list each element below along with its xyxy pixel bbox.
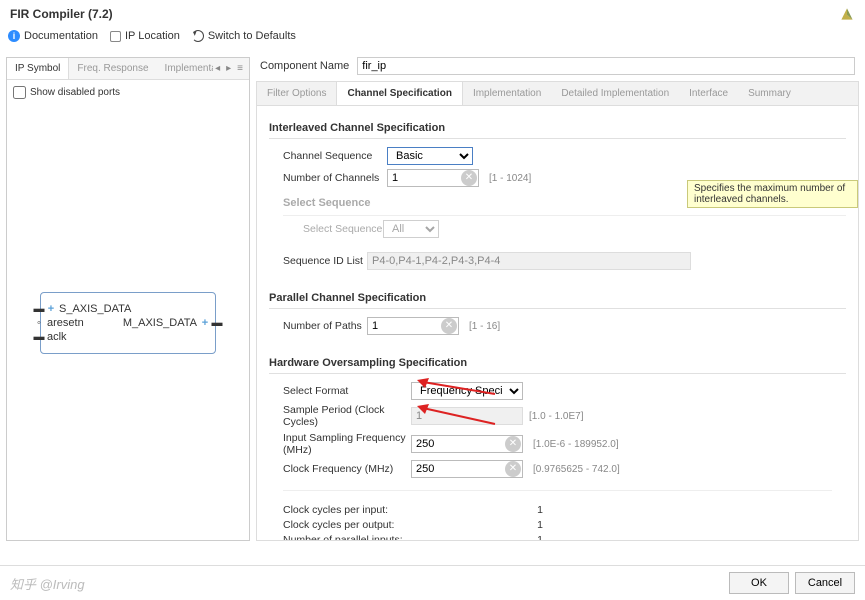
- clear-icon[interactable]: ✕: [461, 170, 477, 186]
- tab-nav-prev-icon[interactable]: ◂: [213, 63, 222, 74]
- ok-button[interactable]: OK: [729, 572, 789, 594]
- section-parallel: Parallel Channel Specification: [269, 286, 846, 309]
- clock-freq-range: [0.9765625 - 742.0]: [533, 464, 620, 475]
- tab-summary[interactable]: Summary: [738, 82, 801, 105]
- clear-icon[interactable]: ✕: [505, 461, 521, 477]
- show-disabled-ports-label: Show disabled ports: [30, 87, 120, 98]
- sample-period-input: [411, 407, 523, 425]
- input-sampling-freq-range: [1.0E-6 - 189952.0]: [533, 439, 619, 450]
- sample-period-range: [1.0 - 1.0E7]: [529, 411, 583, 422]
- section-interleaved: Interleaved Channel Specification: [269, 116, 846, 139]
- tab-nav-next-icon[interactable]: ▸: [224, 63, 233, 74]
- tab-detailed-implementation[interactable]: Detailed Implementation: [551, 82, 679, 105]
- num-paths-range: [1 - 16]: [469, 321, 500, 332]
- input-sampling-freq-label: Input Sampling Frequency (MHz): [283, 432, 411, 456]
- tab-filter-options[interactable]: Filter Options: [257, 82, 336, 105]
- tab-ip-symbol[interactable]: IP Symbol: [7, 58, 69, 79]
- toolbar: i Documentation IP Location Switch to De…: [0, 26, 865, 51]
- sample-period-label: Sample Period (Clock Cycles): [283, 404, 411, 428]
- summary-cpo-value: 1: [537, 519, 543, 531]
- clock-freq-label: Clock Frequency (MHz): [283, 463, 411, 475]
- summary-npi-value: 1: [537, 534, 543, 541]
- show-disabled-ports-checkbox[interactable]: [13, 86, 26, 99]
- tab-freq-response[interactable]: Freq. Response: [69, 58, 156, 79]
- select-format-select[interactable]: Frequency Specification: [411, 382, 523, 400]
- tab-channel-specification[interactable]: Channel Specification: [336, 82, 462, 105]
- channel-sequence-select[interactable]: Basic: [387, 147, 473, 165]
- switch-defaults-link[interactable]: Switch to Defaults: [192, 30, 296, 42]
- summary-cpo-label: Clock cycles per output:: [283, 519, 394, 531]
- tab-interface[interactable]: Interface: [679, 82, 738, 105]
- clear-icon[interactable]: ✕: [505, 436, 521, 452]
- ip-location-link[interactable]: IP Location: [110, 30, 180, 42]
- refresh-icon: [192, 30, 204, 42]
- port-s-axis: S_AXIS_DATA: [59, 303, 131, 315]
- component-name-input[interactable]: [357, 57, 855, 75]
- select-format-label: Select Format: [283, 385, 411, 397]
- config-tabs: Filter Options Channel Specification Imp…: [256, 81, 859, 106]
- vendor-logo-icon: [839, 6, 855, 22]
- port-aclk: aclk: [47, 331, 67, 343]
- watermark: 知乎 @Irving: [10, 574, 85, 593]
- folder-icon: [110, 31, 121, 42]
- port-aresetn: aresetn: [47, 317, 84, 329]
- num-paths-label: Number of Paths: [283, 320, 367, 332]
- sequence-id-input: [367, 252, 691, 270]
- summary-npi-label: Number of parallel inputs:: [283, 534, 403, 541]
- num-channels-label: Number of Channels: [283, 172, 387, 184]
- sequence-id-label: Sequence ID List: [283, 255, 367, 267]
- num-channels-range: [1 - 1024]: [489, 173, 531, 184]
- channel-sequence-label: Channel Sequence: [283, 150, 387, 162]
- tooltip: Specifies the maximum number of interlea…: [687, 180, 858, 208]
- cancel-button[interactable]: Cancel: [795, 572, 855, 594]
- clear-icon[interactable]: ✕: [441, 318, 457, 334]
- select-sequence-select: All: [383, 220, 439, 238]
- tab-implementation[interactable]: Implementation: [463, 82, 551, 105]
- component-name-label: Component Name: [260, 60, 349, 72]
- ip-symbol-block: ▬+S_AXIS_DATA ◦aresetnM_AXIS_DATA+▬ ▬acl…: [40, 292, 216, 354]
- section-oversampling: Hardware Oversampling Specification: [269, 351, 846, 374]
- tab-implementation-details[interactable]: Implementation Detail: [157, 58, 214, 79]
- left-panel: IP Symbol Freq. Response Implementation …: [6, 57, 250, 541]
- config-scroll-area[interactable]: Interleaved Channel Specification Channe…: [256, 106, 859, 541]
- summary-cpi-value: 1: [537, 504, 543, 516]
- documentation-link[interactable]: i Documentation: [8, 30, 98, 42]
- select-sequence-label: Select Sequence: [303, 223, 383, 235]
- info-icon: i: [8, 30, 20, 42]
- summary-cpi-label: Clock cycles per input:: [283, 504, 388, 516]
- window-title: FIR Compiler (7.2): [10, 7, 113, 21]
- tab-nav-menu-icon[interactable]: ≡: [235, 63, 245, 74]
- port-m-axis: M_AXIS_DATA: [123, 317, 197, 329]
